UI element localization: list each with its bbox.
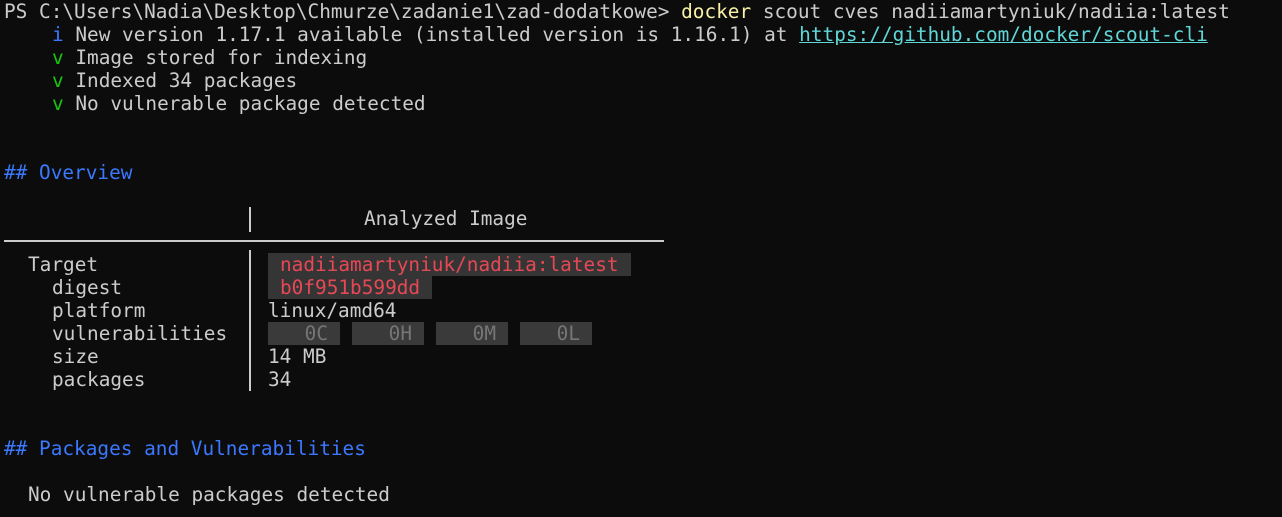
vuln-low-badge: 0L (520, 322, 592, 345)
overview-heading: ## Overview (4, 161, 133, 184)
info-text: New version 1.17.1 available (installed … (63, 23, 800, 46)
info-marker: i (52, 23, 64, 46)
terminal-window[interactable]: PS C:\Users\Nadia\Desktop\Chmurze\zadani… (0, 0, 1282, 517)
status-line: v No vulnerable package detected (52, 92, 426, 115)
command-name: docker (681, 0, 752, 23)
prompt-line: PS C:\Users\Nadia\Desktop\Chmurze\zadani… (4, 0, 1230, 23)
status-line: v Indexed 34 packages (52, 69, 297, 92)
packages-label: packages (52, 368, 146, 391)
size-label: size (52, 345, 99, 368)
prompt-path: PS C:\Users\Nadia\Desktop\Chmurze\zadani… (4, 0, 682, 23)
status-text: Image stored for indexing (63, 46, 368, 69)
digest-value: b0f951b599dd (268, 276, 433, 299)
target-value: nadiiamartyniuk/nadiia:latest (268, 253, 631, 276)
scout-cli-link[interactable]: https://github.com/docker/scout-cli (799, 23, 1208, 46)
table-vertical-divider (249, 250, 251, 391)
analyzed-image-header: Analyzed Image (364, 207, 528, 230)
check-marker: v (52, 92, 64, 115)
digest-label: digest (52, 276, 123, 299)
size-value: 14 MB (268, 345, 327, 368)
digest-value-text: b0f951b599dd (268, 276, 433, 299)
packages-message: No vulnerable packages detected (28, 483, 390, 506)
target-value-text: nadiiamartyniuk/nadiia:latest (268, 253, 631, 276)
platform-value: linux/amd64 (268, 299, 397, 322)
vuln-high-badge: 0H (352, 322, 424, 345)
target-label: Target (28, 253, 99, 276)
status-line: v Image stored for indexing (52, 46, 367, 69)
status-text: Indexed 34 packages (63, 69, 298, 92)
platform-label: platform (52, 299, 146, 322)
status-text: No vulnerable package detected (63, 92, 426, 115)
vuln-medium-badge: 0M (436, 322, 508, 345)
check-marker: v (52, 46, 64, 69)
table-vertical-divider (249, 207, 251, 232)
table-horizontal-divider (4, 240, 664, 242)
check-marker: v (52, 69, 64, 92)
info-line: i New version 1.17.1 available (installe… (52, 23, 1208, 46)
command-args: scout cves nadiiamartyniuk/nadiia:latest (751, 0, 1230, 23)
vuln-critical-badge: 0C (268, 322, 340, 345)
vulnerabilities-label: vulnerabilities (52, 322, 228, 345)
packages-value: 34 (268, 368, 292, 391)
packages-heading: ## Packages and Vulnerabilities (4, 437, 366, 460)
